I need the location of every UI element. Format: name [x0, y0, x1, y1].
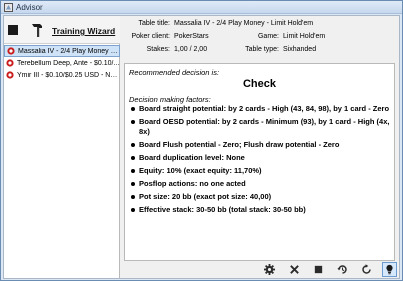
- stakes-value: 1,00 / 2,00: [174, 46, 208, 53]
- factors-label: Decision making factors:: [129, 95, 211, 104]
- table-type-row: Table type: Sixhanded: [235, 46, 316, 53]
- forward-button[interactable]: [359, 262, 374, 277]
- advice-panel: Recommended decision is: Check Decision …: [124, 63, 395, 261]
- factor-list: Board straight potential: by 2 cards - H…: [129, 104, 391, 218]
- table-info: Table title: Massalia IV - 2/4 Play Money…: [121, 16, 399, 59]
- tournament-item[interactable]: Massalia IV - 2/4 Play Money - L...: [4, 45, 120, 57]
- stakes-label: Stakes:: [146, 46, 170, 53]
- stop-button[interactable]: [8, 25, 18, 35]
- factor-item: Board straight potential: by 2 cards - H…: [129, 104, 391, 114]
- factor-item: Board duplication level: None: [129, 153, 391, 163]
- poker-client-row: Poker client: PokerStars: [121, 33, 209, 40]
- left-panel: Training Wizard Massalia IV - 2/4 Play M…: [4, 16, 120, 278]
- poker-client-label: Poker client:: [131, 33, 170, 40]
- bulb-icon: [386, 264, 393, 275]
- decision-text: Check: [242, 78, 277, 90]
- client-area: Training Wizard Massalia IV - 2/4 Play M…: [3, 15, 400, 279]
- tournament-item[interactable]: Ymir III - $0.10/$0.25 USD - No...: [4, 69, 120, 81]
- factor-item: Equity: 10% (exact equity: 11,70%): [129, 166, 391, 176]
- factor-item: Posflop actions: no one acted: [129, 179, 391, 189]
- left-toolbar: Training Wizard: [4, 16, 120, 44]
- right-panel: Table title: Massalia IV - 2/4 Play Money…: [121, 16, 399, 278]
- forward-icon: [362, 264, 371, 274]
- poker-client-value: PokerStars: [174, 33, 209, 40]
- table-type-label: Table type:: [245, 46, 279, 53]
- factor-item: Effective stack: 30-50 bb (total stack: …: [129, 205, 391, 215]
- poker-chip-icon: [6, 59, 14, 67]
- table-title-row: Table title: Massalia IV - 2/4 Play Money…: [121, 20, 313, 27]
- tournament-label: Massalia IV - 2/4 Play Money - L...: [18, 47, 119, 55]
- tournament-item[interactable]: Terebellum Deep, Ante - $0.10/...: [4, 57, 120, 69]
- game-row: Game: Limit Hold'em: [249, 33, 325, 40]
- stakes-row: Stakes: 1,00 / 2,00: [121, 46, 207, 53]
- advisor-window: Advisor Training Wizard Massalia IV - 2/…: [0, 0, 403, 281]
- app-icon: [4, 3, 13, 12]
- game-value: Limit Hold'em: [283, 33, 326, 40]
- tournament-label: Ymir III - $0.10/$0.25 USD - No...: [17, 71, 120, 79]
- table-title-label: Table title:: [138, 20, 170, 27]
- hammer-icon[interactable]: [30, 22, 46, 38]
- poker-chip-icon: [7, 47, 15, 55]
- title-bar[interactable]: Advisor: [1, 1, 402, 14]
- training-wizard-link[interactable]: Training Wizard: [52, 26, 115, 36]
- window-title: Advisor: [16, 3, 43, 12]
- tournament-label: Terebellum Deep, Ante - $0.10/...: [17, 59, 120, 67]
- table-type-value: Sixhanded: [283, 46, 317, 53]
- factor-item: Pot size: 20 bb (exact pot size: 40,00): [129, 192, 391, 202]
- advice-button[interactable]: [382, 262, 397, 277]
- factor-item: Board OESD potential: by 2 cards - Minim…: [129, 117, 391, 137]
- stop-icon: [314, 265, 323, 274]
- history-button[interactable]: [335, 262, 350, 277]
- close-button[interactable]: [287, 262, 302, 277]
- factor-item: Board Flush potential - Zero; Flush draw…: [129, 140, 391, 150]
- close-icon: [290, 265, 299, 274]
- table-title-value: Massalia IV - 2/4 Play Money - Limit Hol…: [174, 20, 314, 27]
- tournament-list: Massalia IV - 2/4 Play Money - L... Tere…: [4, 45, 120, 81]
- bottom-toolbar: [121, 262, 399, 278]
- gear-icon: [264, 264, 275, 275]
- game-label: Game:: [257, 33, 279, 40]
- stop-action-button[interactable]: [311, 262, 326, 277]
- poker-chip-icon: [6, 71, 14, 79]
- history-icon: [337, 265, 347, 274]
- settings-button[interactable]: [262, 262, 277, 277]
- recommended-label: Recommended decision is:: [129, 68, 220, 77]
